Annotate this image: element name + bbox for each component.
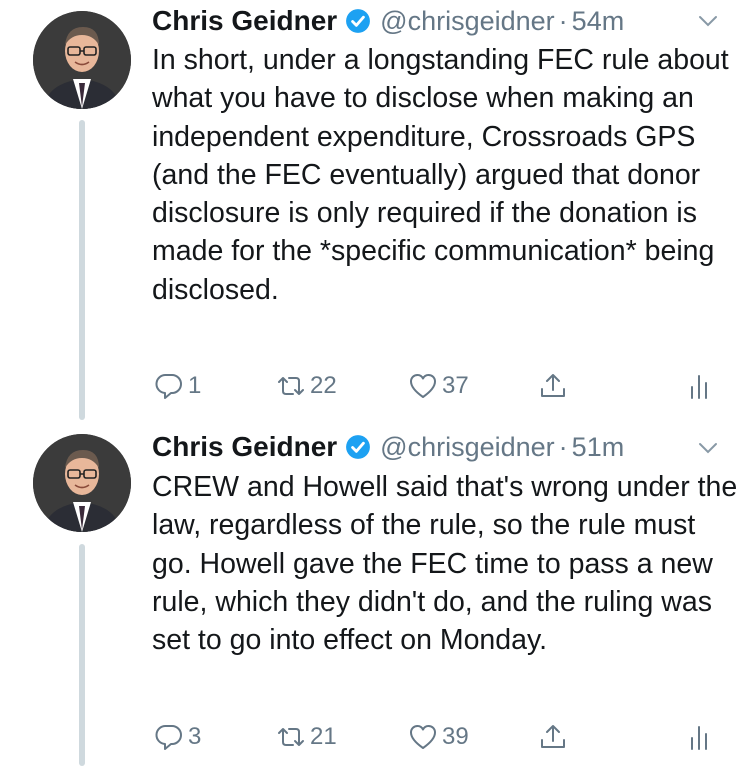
like-icon: [410, 725, 436, 749]
separator-dot: ·: [558, 431, 568, 462]
thread-line: [79, 544, 85, 766]
share-button[interactable]: [538, 717, 568, 757]
reply-icon: [155, 724, 182, 750]
timestamp[interactable]: 51m: [572, 432, 625, 463]
separator-dot: ·: [558, 5, 568, 36]
tweet-header: Chris Geidner @chrisgeidner · 54m: [152, 2, 624, 40]
verified-badge-icon: [346, 435, 371, 459]
reply-button[interactable]: 1: [154, 366, 201, 406]
analytics-button[interactable]: [684, 366, 714, 406]
tweet-text: CREW and Howell said that's wrong under …: [152, 471, 738, 657]
retweet-count: 21: [310, 723, 337, 750]
tweet-text: In short, under a longstanding FEC rule …: [152, 44, 729, 306]
timestamp[interactable]: 54m: [572, 6, 625, 37]
tweet-actions: 3 21 39: [152, 717, 722, 757]
retweet-icon: [278, 728, 304, 746]
share-icon: [541, 374, 565, 397]
retweet-icon: [278, 377, 304, 395]
like-button[interactable]: 37: [408, 366, 469, 406]
author-handle[interactable]: @chrisgeidner: [380, 432, 555, 463]
reply-count: 1: [188, 372, 202, 399]
reply-count: 3: [188, 723, 202, 750]
tweet-header: Chris Geidner @chrisgeidner · 51m: [152, 428, 624, 466]
retweet-button[interactable]: 21: [276, 717, 337, 757]
avatar[interactable]: [33, 11, 131, 109]
author-name[interactable]: Chris Geidner: [152, 431, 337, 463]
analytics-button[interactable]: [684, 717, 714, 757]
share-icon: [541, 725, 565, 748]
retweet-count: 22: [310, 372, 337, 399]
chevron-down-icon[interactable]: [696, 9, 720, 33]
analytics-icon: [691, 726, 707, 750]
reply-button[interactable]: 3: [154, 717, 201, 757]
reply-icon: [155, 373, 182, 399]
author-handle[interactable]: @chrisgeidner: [380, 6, 555, 37]
like-icon: [410, 374, 436, 398]
like-count: 37: [442, 372, 469, 399]
verified-badge-icon: [346, 9, 371, 33]
like-count: 39: [442, 723, 469, 750]
like-button[interactable]: 39: [408, 717, 469, 757]
analytics-icon: [691, 375, 707, 399]
retweet-button[interactable]: 22: [276, 366, 337, 406]
author-name[interactable]: Chris Geidner: [152, 5, 337, 37]
tweet-actions: 1 22 37: [152, 366, 722, 406]
avatar[interactable]: [33, 434, 131, 532]
thread-line: [79, 120, 85, 420]
share-button[interactable]: [538, 366, 568, 406]
chevron-down-icon[interactable]: [696, 436, 720, 460]
